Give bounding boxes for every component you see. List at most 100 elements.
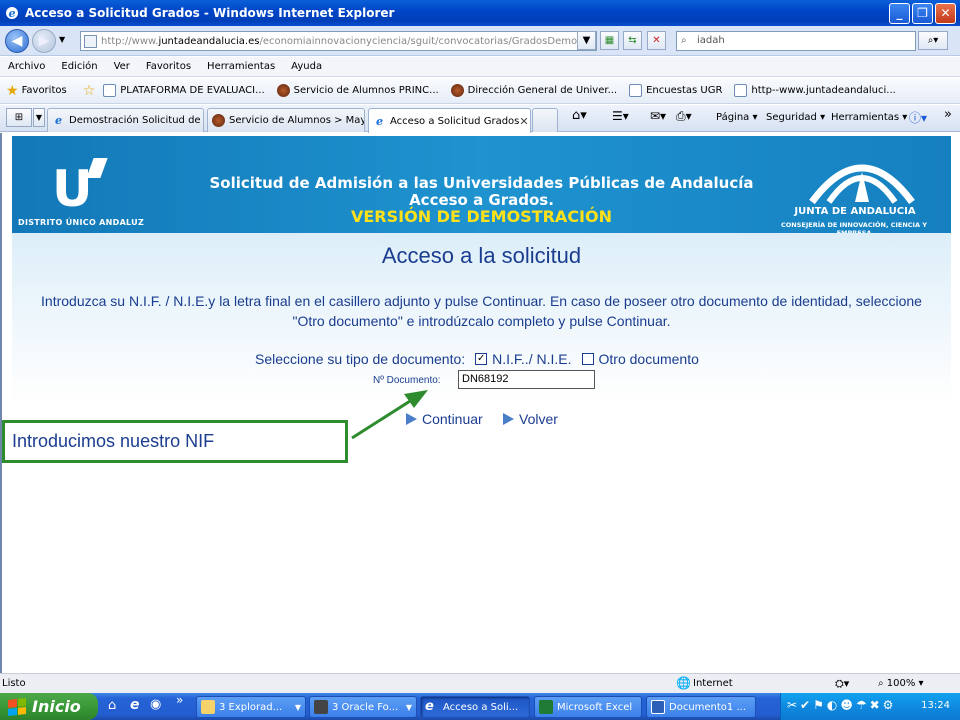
url-domain: juntadeandalucia.es: [158, 35, 260, 47]
help-icon[interactable]: ⓘ▾: [909, 109, 927, 126]
new-tab-button[interactable]: [532, 108, 558, 132]
tab-acceso-solicitud[interactable]: e Acceso a Solicitud Grados ✕: [368, 108, 531, 133]
minimize-button[interactable]: _: [889, 3, 910, 24]
instructions-line: Introduzca su N.I.F. / N.I.E.y la letra …: [41, 293, 922, 309]
taskbar-item-oracle[interactable]: 3 Oracle Fo... ▼: [309, 696, 417, 718]
tab-demostracion[interactable]: e Demostración Solicitud de A...: [47, 108, 204, 132]
taskbar-item-explorer[interactable]: 3 Explorad... ▼: [196, 696, 306, 718]
taskbar-label: Acceso a Soli...: [443, 701, 519, 713]
menu-archivo[interactable]: Archivo: [8, 61, 45, 72]
taskbar-label: 3 Explorad...: [219, 701, 283, 713]
instructions-line: "Otro documento" e introdúzcalo completo…: [292, 313, 671, 329]
favorite-item[interactable]: Dirección General de Univer...: [450, 84, 618, 97]
add-favorite-icon[interactable]: ☆: [83, 83, 96, 99]
annotation-callout: Introducimos nuestro NIF: [2, 420, 348, 463]
feeds-icon[interactable]: ☰▾: [612, 109, 629, 123]
security-menu[interactable]: Seguridad ▾: [766, 112, 825, 123]
status-text: Listo: [2, 678, 26, 689]
close-tab-icon[interactable]: ✕: [519, 115, 528, 128]
ugr-crest-icon: [276, 84, 290, 97]
search-input[interactable]: ⌕ iadah: [676, 31, 916, 51]
back-button[interactable]: ◀: [5, 29, 29, 53]
globe-icon: 🌐: [676, 676, 691, 690]
taskbar: Inicio ⌂ e ◉ » 3 Explorad... ▼ 3 Oracle …: [0, 693, 960, 720]
svg-text:e: e: [376, 115, 383, 128]
quicklaunch-more-icon[interactable]: »: [176, 693, 183, 707]
close-window-button[interactable]: ✕: [935, 3, 956, 24]
group-dropdown-icon: ▼: [405, 702, 412, 712]
protected-mode-icon[interactable]: ⛭▾: [835, 677, 849, 691]
page-icon: [84, 35, 97, 48]
favorite-item[interactable]: PLATAFORMA DE EVALUACI...: [103, 84, 265, 97]
address-input[interactable]: http://www. juntadeandalucia.es/economiai…: [80, 31, 597, 51]
instructions: Introduzca su N.I.F. / N.I.E.y la letra …: [12, 291, 951, 331]
ie-quicklaunch-icon[interactable]: e: [130, 697, 140, 713]
tab-servicio-alumnos[interactable]: Servicio de Alumnos > May...: [207, 108, 365, 132]
show-desktop-icon[interactable]: ⌂: [108, 698, 116, 713]
media-quicklaunch-icon[interactable]: ◉: [150, 697, 161, 712]
document-number-label: Nº Documento:: [373, 375, 441, 386]
favorite-label: PLATAFORMA DE EVALUACI...: [120, 85, 265, 96]
favorite-label: Dirección General de Univer...: [467, 85, 618, 96]
favorite-item[interactable]: Encuestas UGR: [629, 84, 722, 97]
tools-menu[interactable]: Herramientas ▾: [831, 112, 907, 123]
page-menu[interactable]: Página ▾: [716, 112, 758, 123]
history-dropdown-icon[interactable]: ▼: [59, 35, 65, 44]
continue-link[interactable]: Continuar: [406, 411, 483, 427]
play-arrow-icon: [406, 413, 417, 425]
search-icon: ⌕: [681, 35, 687, 46]
ugr-crest-icon: [450, 84, 464, 97]
home-icon[interactable]: ⌂▾: [572, 108, 587, 123]
junta-andalucia-logo: [809, 164, 915, 204]
favorites-label: Favoritos: [21, 85, 67, 96]
oracle-forms-icon: [314, 700, 328, 714]
menu-ver[interactable]: Ver: [114, 61, 130, 72]
stop-icon[interactable]: ✕: [647, 31, 666, 50]
document-number-input[interactable]: DN68192: [458, 370, 595, 389]
taskbar-label: Documento1 ...: [669, 701, 747, 713]
address-dropdown-button[interactable]: ▼: [577, 31, 596, 50]
nif-checkbox[interactable]: ✓: [475, 353, 488, 365]
menu-favoritos[interactable]: Favoritos: [146, 61, 191, 72]
svg-text:e: e: [9, 7, 16, 20]
favorite-label: Servicio de Alumnos PRINC...: [293, 85, 439, 96]
favorite-label: http--www.juntadeandaluci...: [751, 85, 896, 96]
nif-option-label: N.I.F../ N.I.E.: [492, 351, 572, 367]
favorite-item[interactable]: http--www.juntadeandaluci...: [734, 84, 896, 97]
page-icon: [629, 84, 643, 97]
ie-icon: e: [425, 699, 434, 714]
restore-button[interactable]: ❐: [912, 3, 933, 24]
address-toolbar: ◀ ▶ ▼ http://www. juntadeandalucia.es/eco…: [0, 26, 960, 56]
compatibility-icon[interactable]: ▦: [600, 31, 619, 50]
zoom-control[interactable]: ⌕ 100% ▾: [878, 678, 924, 689]
url-path: /economiainnovacionyciencia/sguit/convoc…: [259, 35, 597, 47]
favorite-item[interactable]: Servicio de Alumnos PRINC...: [276, 84, 439, 97]
other-document-label: Otro documento: [598, 351, 699, 367]
folder-icon: [201, 700, 215, 714]
menu-herramientas[interactable]: Herramientas: [207, 61, 275, 72]
menu-edicion[interactable]: Edición: [61, 61, 97, 72]
tab-list-dropdown[interactable]: ▼: [33, 108, 45, 127]
quick-tabs-icon[interactable]: ⊞: [6, 108, 32, 127]
more-commands-icon[interactable]: »: [944, 107, 952, 122]
favorites-star-icon: ★: [6, 82, 19, 99]
back-link[interactable]: Volver: [503, 411, 558, 427]
taskbar-item-ie[interactable]: e Acceso a Soli...: [420, 696, 530, 718]
mail-icon[interactable]: ✉▾: [650, 109, 666, 123]
zoom-level: 100%: [886, 678, 916, 689]
search-go-button[interactable]: ⌕▾: [918, 31, 948, 50]
menu-ayuda[interactable]: Ayuda: [291, 61, 322, 72]
ie-icon: e: [6, 7, 18, 20]
refresh-icon[interactable]: ⇆: [623, 31, 642, 50]
document-type-selector: Seleccione su tipo de documento: ✓ N.I.F…: [255, 351, 699, 367]
forward-button[interactable]: ▶: [32, 29, 56, 53]
print-icon[interactable]: ⎙▾: [676, 109, 692, 124]
page-title: Acceso a la solicitud: [381, 243, 582, 268]
tray-icons[interactable]: ✂✔⚑◐☻☂✖⚙: [787, 698, 896, 712]
page-banner: U DISTRITO ÚNICO ANDALUZ Solicitud de Ad…: [12, 136, 951, 237]
start-button[interactable]: Inicio: [0, 693, 98, 720]
taskbar-item-word[interactable]: Documento1 ...: [646, 696, 756, 718]
taskbar-item-excel[interactable]: Microsoft Excel: [534, 696, 642, 718]
other-document-checkbox[interactable]: [581, 353, 594, 365]
favorites-button[interactable]: ★ Favoritos: [6, 83, 67, 99]
